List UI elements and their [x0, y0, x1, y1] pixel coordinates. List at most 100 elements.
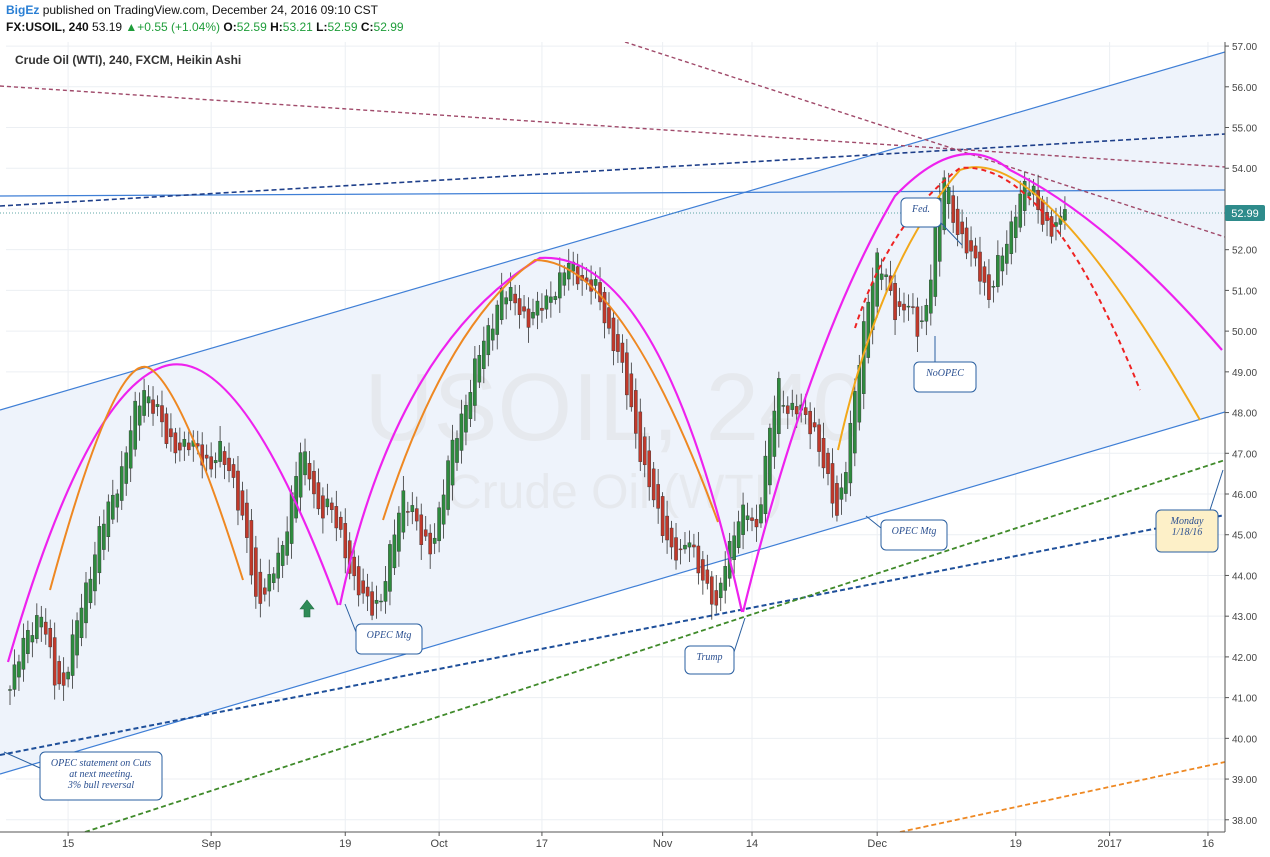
candle-body: [115, 493, 120, 508]
candle-body: [929, 279, 933, 314]
price-tick-label: 39.00: [1232, 775, 1257, 786]
candle-body: [1036, 189, 1040, 211]
candle-body: [276, 552, 281, 579]
candle-body: [155, 404, 160, 407]
candle-body: [43, 621, 48, 635]
candle-body: [468, 392, 473, 419]
candle-body: [8, 689, 12, 691]
candle-body: [57, 661, 61, 685]
candle-body: [785, 405, 790, 414]
candle-body: [902, 303, 906, 311]
annotation-text: OPEC Mtg: [892, 526, 937, 537]
price-tick-label: 41.00: [1232, 694, 1257, 705]
candle-body: [826, 452, 830, 474]
candle-body: [374, 599, 379, 604]
candle-body: [249, 520, 254, 576]
candle-body: [289, 492, 294, 544]
change-value: +0.55 (+1.04%): [137, 20, 221, 34]
candle-body: [660, 496, 665, 536]
candle-body: [714, 590, 719, 606]
time-tick-label: 17: [536, 838, 548, 850]
open-value: 52.59: [236, 20, 267, 34]
price-tick-label: 48.00: [1232, 409, 1257, 420]
candle-body: [848, 422, 853, 484]
candle-body: [1000, 255, 1005, 272]
candle-body: [517, 298, 522, 315]
price-tick-label: 42.00: [1232, 653, 1257, 664]
candle-body: [236, 470, 240, 511]
candle-body: [66, 671, 70, 680]
candle-body: [768, 427, 772, 486]
candle-body: [526, 308, 531, 328]
candle-body: [835, 483, 839, 516]
candle-body: [222, 451, 227, 465]
candle-body: [709, 576, 714, 605]
price-tick-label: 40.00: [1232, 734, 1257, 745]
chart-canvas[interactable]: USOIL, 240 Crude Oil (WTI) OPEC MtgTrump…: [0, 0, 1270, 857]
candle-body: [736, 521, 741, 548]
candle-body: [164, 413, 169, 444]
price-tick-label: 57.00: [1232, 42, 1257, 53]
candle-body: [982, 266, 987, 283]
candle-body: [240, 490, 245, 516]
candle-body: [325, 498, 330, 508]
candle-body: [423, 529, 428, 537]
candle-body: [441, 494, 446, 525]
candle-body: [732, 535, 736, 561]
candle-body: [915, 306, 920, 337]
candle-body: [911, 306, 915, 308]
candle-body: [812, 422, 817, 428]
candle-body: [495, 304, 500, 335]
candle-body: [598, 282, 602, 303]
candle-body: [227, 457, 231, 472]
time-tick-label: Dec: [867, 838, 887, 850]
candle-body: [629, 373, 634, 408]
candle-body: [482, 340, 486, 369]
candle-body: [884, 274, 888, 277]
candle-body: [312, 470, 316, 495]
watermark-name: Crude Oil (WTI): [447, 466, 783, 519]
candle-body: [549, 296, 553, 303]
candle-body: [754, 518, 759, 528]
candle-body: [607, 307, 611, 329]
high-label: H:: [270, 20, 283, 34]
candle-body: [1027, 192, 1031, 197]
candle-body: [52, 637, 57, 686]
candle-body: [316, 482, 321, 510]
time-tick-label: Sep: [201, 838, 221, 850]
annotation-text: OPEC Mtg: [367, 630, 412, 641]
candle-body: [204, 454, 209, 459]
price-tick-label: 43.00: [1232, 612, 1257, 623]
candle-body: [410, 505, 415, 513]
candle-body: [70, 634, 75, 676]
candle-body: [473, 358, 477, 406]
candle-body: [17, 661, 21, 678]
candle-body: [254, 547, 258, 597]
symbol-label[interactable]: FX:USOIL, 240: [6, 20, 89, 34]
candle-body: [839, 487, 844, 500]
candle-body: [450, 439, 455, 486]
candle-body: [647, 450, 652, 488]
time-tick-label: 15: [62, 838, 74, 850]
candle-body: [35, 615, 39, 639]
candle-body: [1049, 216, 1054, 237]
candle-body: [338, 516, 343, 530]
candle-body: [973, 245, 978, 259]
candle-body: [1018, 193, 1023, 228]
candle-body: [692, 544, 696, 548]
close-value: 52.99: [373, 20, 404, 34]
candle-body: [401, 490, 406, 533]
candle-body: [173, 432, 178, 454]
candle-body: [562, 272, 567, 286]
candle-body: [455, 438, 459, 463]
author-name[interactable]: BigEz: [6, 3, 39, 17]
candle-body: [718, 582, 723, 599]
candle-body: [111, 494, 115, 520]
price-tick-label: 38.00: [1232, 816, 1257, 827]
candle-body: [558, 272, 562, 299]
candle-body: [687, 542, 692, 548]
candle-body: [964, 227, 969, 254]
candle-body: [285, 531, 289, 556]
candle-body: [593, 279, 598, 286]
candle-body: [294, 476, 298, 519]
